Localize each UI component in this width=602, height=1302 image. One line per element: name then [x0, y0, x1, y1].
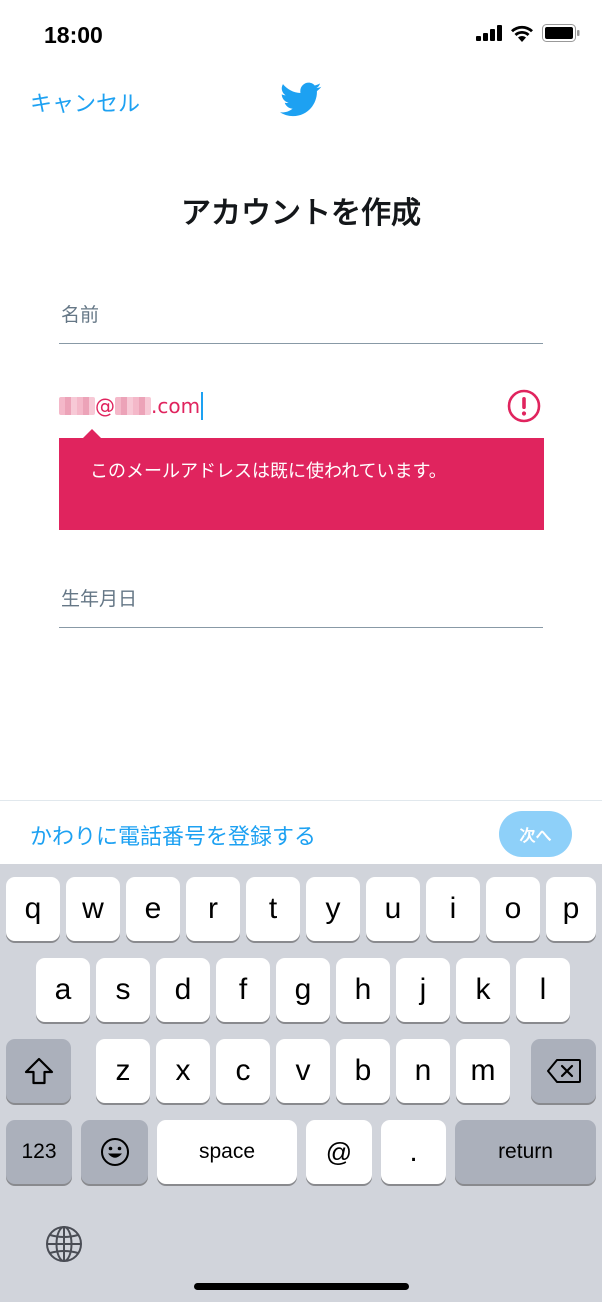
key-v[interactable]: v — [276, 1039, 330, 1103]
page-title: アカウントを作成 — [181, 196, 421, 231]
text-caret — [201, 392, 204, 420]
key-l[interactable]: l — [516, 958, 570, 1022]
key-c[interactable]: c — [216, 1039, 270, 1103]
key-i[interactable]: i — [426, 877, 480, 941]
key-n[interactable]: n — [396, 1039, 450, 1103]
key-w[interactable]: w — [66, 877, 120, 941]
key-d[interactable]: d — [156, 958, 210, 1022]
error-tooltip: このメールアドレスは既に使われています。 — [59, 429, 544, 530]
battery-icon — [542, 24, 580, 42]
return-key[interactable]: return — [455, 1120, 596, 1184]
status-time: 18:00 — [44, 22, 103, 48]
twitter-bird-icon — [280, 82, 322, 117]
email-at-sign: @ — [95, 394, 115, 418]
key-x[interactable]: x — [156, 1039, 210, 1103]
register-phone-link[interactable]: かわりに電話番号を登録する — [30, 819, 316, 851]
backspace-key[interactable] — [531, 1039, 596, 1103]
home-indicator[interactable] — [194, 1283, 409, 1290]
error-message: このメールアドレスは既に使われています。 — [90, 461, 447, 482]
globe-icon[interactable] — [44, 1224, 84, 1264]
key-e[interactable]: e — [126, 877, 180, 941]
numbers-key[interactable]: 123 — [6, 1120, 72, 1184]
masked-email-local — [59, 397, 95, 415]
next-button[interactable]: 次へ — [499, 811, 572, 857]
key-p[interactable]: p — [546, 877, 596, 941]
key-t[interactable]: t — [246, 877, 300, 941]
key-o[interactable]: o — [486, 877, 540, 941]
keyboard: q w e r t y u i o p a s d f g h j k l z … — [0, 864, 602, 1302]
key-z[interactable]: z — [96, 1039, 150, 1103]
key-h[interactable]: h — [336, 958, 390, 1022]
shift-icon — [24, 1057, 53, 1085]
at-key[interactable]: @ — [306, 1120, 372, 1184]
key-f[interactable]: f — [216, 958, 270, 1022]
wifi-icon — [511, 25, 533, 42]
cancel-button[interactable]: キャンセル — [30, 86, 140, 118]
key-q[interactable]: q — [6, 877, 60, 941]
birthdate-placeholder: 生年月日 — [61, 588, 138, 610]
key-r[interactable]: r — [186, 877, 240, 941]
key-u[interactable]: u — [366, 877, 420, 941]
birthdate-field[interactable]: 生年月日 — [59, 572, 543, 628]
key-k[interactable]: k — [456, 958, 510, 1022]
key-a[interactable]: a — [36, 958, 90, 1022]
emoji-key[interactable] — [81, 1120, 148, 1184]
action-bar: かわりに電話番号を登録する 次へ — [0, 800, 602, 864]
status-icons — [476, 24, 580, 42]
key-j[interactable]: j — [396, 958, 450, 1022]
name-placeholder: 名前 — [61, 304, 100, 326]
backspace-icon — [546, 1059, 581, 1083]
shift-key[interactable] — [6, 1039, 71, 1103]
key-s[interactable]: s — [96, 958, 150, 1022]
email-value: @ .com — [59, 392, 204, 420]
masked-email-domain — [115, 397, 151, 415]
error-alert-icon[interactable] — [507, 389, 541, 423]
space-key[interactable]: space — [157, 1120, 297, 1184]
key-m[interactable]: m — [456, 1039, 510, 1103]
key-g[interactable]: g — [276, 958, 330, 1022]
key-y[interactable]: y — [306, 877, 360, 941]
cellular-signal-icon — [476, 25, 502, 41]
email-domain-suffix: .com — [151, 394, 201, 418]
emoji-icon — [100, 1138, 129, 1166]
screen: 18:00 キャンセル アカウントを作成 名前 @ .com このメールアドレス… — [0, 0, 602, 1302]
name-field[interactable]: 名前 — [59, 288, 543, 344]
dot-key[interactable]: . — [381, 1120, 446, 1184]
key-b[interactable]: b — [336, 1039, 390, 1103]
email-field[interactable]: @ .com — [59, 380, 543, 438]
